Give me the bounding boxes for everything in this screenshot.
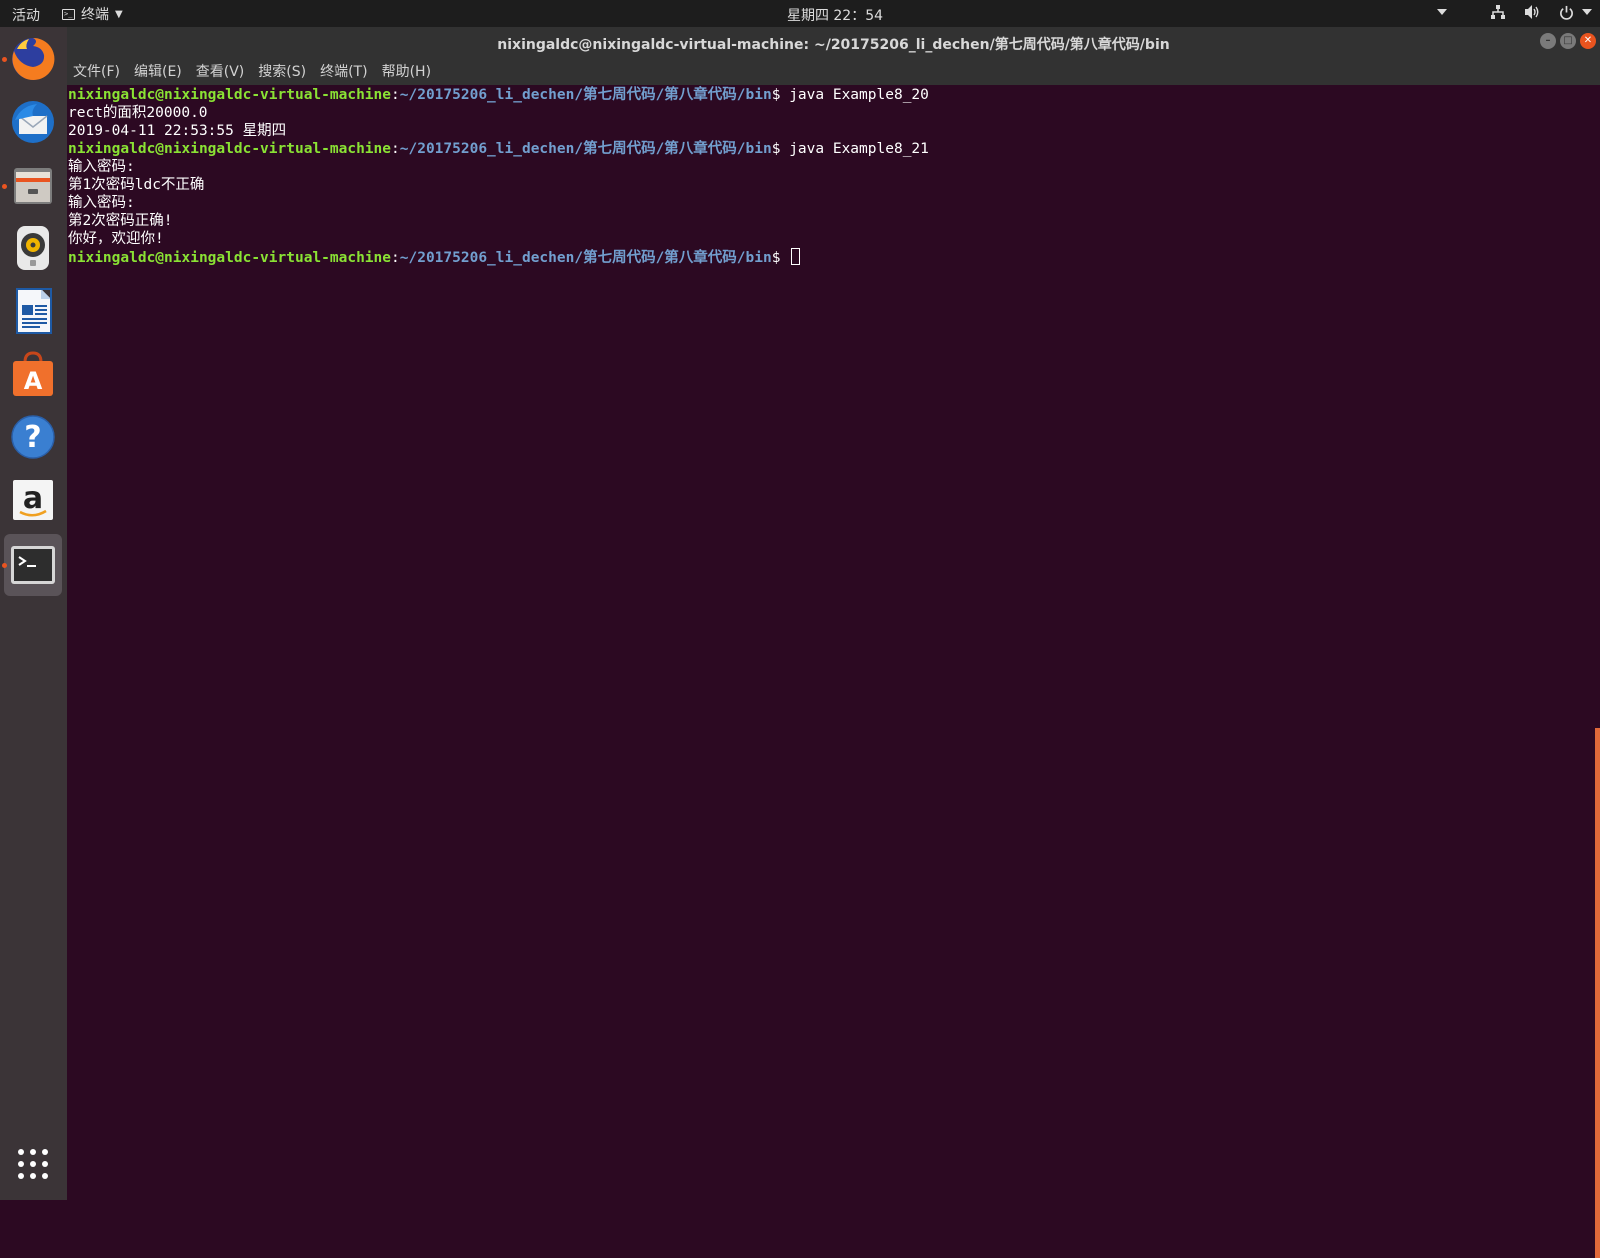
system-tray[interactable] [1436,4,1592,20]
dock-firefox[interactable] [4,30,62,88]
dock-rhythmbox[interactable] [4,219,62,277]
dock-files[interactable] [4,156,62,214]
prompt-line: nixingaldc@nixingaldc-virtual-machine:~/… [68,86,929,104]
prompt-path: ~/20175206_li_dechen/第七周代码/第八章代码/bin [399,141,772,157]
terminal-output[interactable]: nixingaldc@nixingaldc-virtual-machine:~/… [67,85,1600,1258]
show-applications-button[interactable] [4,1135,62,1193]
running-indicator [2,57,7,62]
window-controls: – □ ✕ [1540,33,1596,49]
firefox-icon [12,37,55,80]
prompt-user: nixingaldc@nixingaldc-virtual-machine [68,87,392,103]
network-icon[interactable] [1490,4,1506,20]
dock-writer[interactable] [4,282,62,340]
scrollbar[interactable] [1595,728,1600,1258]
prompt-separator: : [391,250,400,266]
output-line: 第2次密码正确! [68,213,173,229]
terminal-icon [11,546,55,584]
command-text: java Example8_21 [789,141,929,157]
volume-icon[interactable] [1524,4,1541,20]
minimize-button[interactable]: – [1540,33,1556,49]
command-text: java Example8_20 [789,87,929,103]
output-line: 输入密码: [68,195,135,211]
prompt-symbol: $ [771,250,790,266]
output-line: 第1次密码ldc不正确 [68,177,205,193]
output-line: 2019-04-11 22:53:55 星期四 [68,123,287,139]
menu-terminal[interactable]: 终端(T) [320,61,367,81]
running-indicator [2,563,7,568]
prompt-path: ~/20175206_li_dechen/第七周代码/第八章代码/bin [399,250,772,266]
dock-thunderbird[interactable] [4,93,62,151]
svg-text:a: a [23,481,43,516]
output-line: rect的面积20000.0 [68,105,208,121]
menu-view[interactable]: 查看(V) [196,61,245,81]
thunderbird-icon [12,101,54,143]
software-center-icon: A [13,351,53,396]
output-line: 输入密码: [68,159,135,175]
close-button[interactable]: ✕ [1580,33,1596,49]
files-icon [14,168,52,204]
menu-help[interactable]: 帮助(H) [382,61,431,81]
top-bar: 活动 >_ 终端 ▼ 星期四 22：54 [0,0,1600,27]
menu-bar: 文件(F) 编辑(E) 查看(V) 搜索(S) 终端(T) 帮助(H) [67,57,1600,85]
power-icon [1560,5,1573,20]
clock-container: 星期四 22：54 [0,5,1600,25]
prompt-symbol: $ [771,87,790,103]
text-cursor [791,248,801,265]
terminal-window: nixingaldc@nixingaldc-virtual-machine: ~… [67,27,1600,1258]
title-bar[interactable]: nixingaldc@nixingaldc-virtual-machine: ~… [67,27,1600,57]
running-indicator [2,184,7,189]
output-line: 你好，欢迎你! [68,231,164,247]
dock-help[interactable]: ? [4,408,62,466]
power-menu[interactable] [1559,5,1592,20]
libreoffice-writer-icon [16,288,52,334]
maximize-icon: □ [1563,35,1573,46]
dock-terminal[interactable] [4,534,62,596]
dock-amazon[interactable]: a [4,471,62,529]
app-grid-icon [18,1149,48,1179]
menu-edit[interactable]: 编辑(E) [134,61,182,81]
prompt-user: nixingaldc@nixingaldc-virtual-machine [68,250,392,266]
minimize-icon: – [1545,35,1551,46]
prompt-separator: : [391,87,400,103]
prompt-path: ~/20175206_li_dechen/第七周代码/第八章代码/bin [399,87,772,103]
prompt-separator: : [391,141,400,157]
menu-file[interactable]: 文件(F) [73,61,120,81]
svg-text:?: ? [24,420,41,455]
dock-software[interactable]: A [4,345,62,403]
svg-text:A: A [24,367,43,395]
prompt-line: nixingaldc@nixingaldc-virtual-machine:~/… [68,248,801,267]
help-icon: ? [11,415,55,459]
prompt-line: nixingaldc@nixingaldc-virtual-machine:~/… [68,140,929,158]
dock: A ? a [0,27,67,1200]
prompt-user: nixingaldc@nixingaldc-virtual-machine [68,141,392,157]
close-icon: ✕ [1583,35,1593,46]
menu-search[interactable]: 搜索(S) [258,61,306,81]
window-title: nixingaldc@nixingaldc-virtual-machine: ~… [497,37,1170,53]
rhythmbox-icon [17,226,49,270]
clock[interactable]: 星期四 22：54 [787,5,883,25]
prompt-symbol: $ [771,141,790,157]
chevron-down-icon [1582,8,1592,15]
maximize-button[interactable]: □ [1560,33,1576,49]
dropdown-icon[interactable] [1436,8,1448,16]
amazon-icon: a [13,480,53,520]
